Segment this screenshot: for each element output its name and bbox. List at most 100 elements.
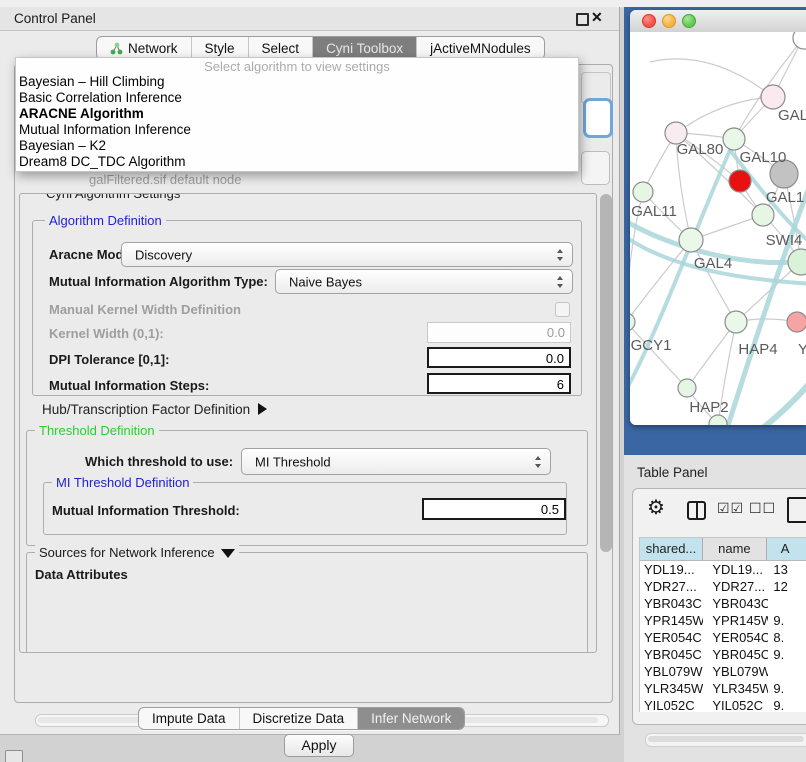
network-edge[interactable] (630, 240, 691, 322)
close-window-icon[interactable] (642, 14, 656, 28)
table-row[interactable]: YDL19...YDL19...13 (640, 561, 806, 578)
tab-cyni-toolbox[interactable]: Cyni Toolbox (312, 37, 416, 59)
network-node[interactable] (761, 85, 785, 109)
node-label: SWI4 (766, 232, 803, 249)
table-row[interactable]: YPR145WYPR145W9. (640, 612, 806, 629)
dpi-tolerance-label: DPI Tolerance [0,1]: (49, 352, 169, 367)
network-edge[interactable] (650, 59, 773, 97)
vertical-scrollbar[interactable] (599, 192, 614, 664)
restore-panel-icon[interactable] (5, 750, 23, 762)
network-node[interactable] (630, 313, 635, 331)
tab-infer-network[interactable]: Infer Network (357, 708, 464, 729)
kernel-width-field[interactable]: 0.0 (427, 322, 571, 343)
dropdown-item[interactable]: Bayesian – K2 (16, 138, 578, 154)
table-horizontal-scrollbar[interactable] (645, 733, 806, 747)
hidden-combo-fragment (583, 98, 613, 138)
expander-collapsed-icon (258, 403, 267, 415)
dropdown-item[interactable]: Bayesian – Hill Climbing (16, 74, 578, 90)
cell-value: 12 (768, 578, 806, 595)
dropdown-item[interactable]: Dream8 DC_TDC Algorithm (16, 154, 578, 170)
tab-network[interactable]: Network (97, 37, 191, 59)
tab-style[interactable]: Style (191, 37, 248, 59)
cell-name: YIL052C (703, 697, 768, 712)
network-node[interactable] (679, 228, 703, 252)
dropdown-item[interactable]: Basic Correlation Inference (16, 90, 578, 106)
split-columns-icon[interactable] (687, 501, 706, 520)
table-row[interactable]: YDR27...YDR27...12 (640, 578, 806, 595)
network-graph[interactable]: GAL2GAL80GAL10GAL1GAL11SWI4GAL4GCY1HAP4Y… (630, 32, 806, 425)
bottom-tabbar: Impute DataDiscretize DataInfer Network (138, 707, 465, 730)
aracne-mode-value: Discovery (135, 247, 192, 262)
select-all-icon[interactable]: ☑☑ (717, 500, 744, 517)
deselect-all-icon[interactable]: ☐☐ (749, 500, 776, 517)
cell-value: 9. (768, 646, 806, 663)
network-edge-highlighted[interactable] (758, 380, 806, 425)
column-header-shared-name[interactable]: shared... (640, 538, 703, 560)
apply-button[interactable]: Apply (284, 734, 354, 757)
combo-stepper-icon (557, 276, 564, 288)
data-attributes-label: Data Attributes (35, 567, 128, 582)
cell-name: YLR345W (703, 680, 768, 697)
dropdown-item[interactable]: ARACNE Algorithm (16, 106, 578, 122)
manual-kernel-label: Manual Kernel Width Definition (49, 302, 241, 317)
dpi-tolerance-field[interactable]: 0.0 (427, 347, 571, 368)
network-node[interactable] (678, 379, 696, 397)
network-canvas[interactable]: GAL2GAL80GAL10GAL1GAL11SWI4GAL4GCY1HAP4Y… (630, 32, 806, 425)
network-node[interactable] (793, 32, 806, 49)
network-node[interactable] (729, 170, 751, 192)
network-window-titlebar[interactable] (630, 10, 806, 33)
cell-value: 9. (768, 680, 806, 697)
cell-name: YBR043C (703, 595, 768, 612)
network-edge[interactable] (687, 322, 736, 388)
zoom-window-icon[interactable] (682, 14, 696, 28)
mi-threshold-field[interactable]: 0.5 (422, 498, 566, 520)
network-icon (110, 42, 123, 55)
close-panel-icon[interactable]: ✕ (591, 9, 603, 26)
tab-discretize-data[interactable]: Discretize Data (239, 708, 358, 729)
sources-group: Sources for Network Inference Data Attri… (26, 552, 588, 653)
manual-kernel-checkbox[interactable] (555, 302, 570, 317)
mi-steps-label: Mutual Information Steps: (49, 378, 209, 393)
float-panel-icon[interactable] (576, 13, 589, 26)
minimize-window-icon[interactable] (662, 14, 676, 28)
new-table-icon[interactable] (787, 497, 806, 523)
dropdown-item[interactable]: Mutual Information Inference (16, 122, 578, 138)
network-node[interactable] (752, 204, 774, 226)
cell-value: 8. (768, 629, 806, 646)
aracne-mode-combo[interactable]: Discovery (121, 242, 573, 267)
network-node[interactable] (723, 128, 745, 150)
table-row[interactable]: YBL079WYBL079W (640, 663, 806, 680)
network-node[interactable] (709, 415, 727, 425)
hub-definition-label: Hub/Transcription Factor Definition (42, 402, 250, 417)
mi-steps-field[interactable]: 6 (427, 373, 571, 394)
cyni-settings-title: Cyni Algorithm Settings (42, 193, 184, 201)
column-header-partial[interactable]: A (767, 538, 806, 560)
column-header-name[interactable]: name (703, 538, 767, 560)
which-threshold-combo[interactable]: MI Threshold (241, 448, 551, 475)
mi-algorithm-type-combo[interactable]: Naive Bayes (275, 269, 573, 294)
node-label: HAP2 (689, 399, 728, 416)
table-row[interactable]: YER054CYER054C8. (640, 629, 806, 646)
table-row[interactable]: YBR043CYBR043C (640, 595, 806, 612)
table-row[interactable]: YBR045CYBR045C9. (640, 646, 806, 663)
gear-icon[interactable]: ⚙ (647, 495, 665, 520)
table-row[interactable]: YIL052CYIL052C9. (640, 697, 806, 712)
hub-definition-expander[interactable]: Hub/Transcription Factor Definition (42, 402, 267, 417)
mi-threshold-label: Mutual Information Threshold: (52, 503, 240, 518)
vertical-scrollbar-thumb[interactable] (600, 194, 612, 552)
cell-shared-name: YER054C (640, 629, 703, 646)
network-node[interactable] (633, 182, 653, 202)
cell-shared-name: YDL19... (640, 561, 703, 578)
network-edge[interactable] (630, 322, 687, 388)
network-node[interactable] (725, 311, 747, 333)
table-scrollbar-thumb[interactable] (648, 736, 804, 742)
cell-value: 13 (768, 561, 806, 578)
tab-impute-data[interactable]: Impute Data (139, 708, 239, 729)
tab-jactivemnodules[interactable]: jActiveMNodules (416, 37, 544, 59)
network-node[interactable] (787, 312, 806, 332)
sources-title[interactable]: Sources for Network Inference (35, 545, 239, 560)
table-row[interactable]: YLR345WYLR345W9. (640, 680, 806, 697)
network-edge[interactable] (676, 97, 773, 133)
table-panel-title: Table Panel (637, 465, 708, 480)
tab-select[interactable]: Select (248, 37, 313, 59)
